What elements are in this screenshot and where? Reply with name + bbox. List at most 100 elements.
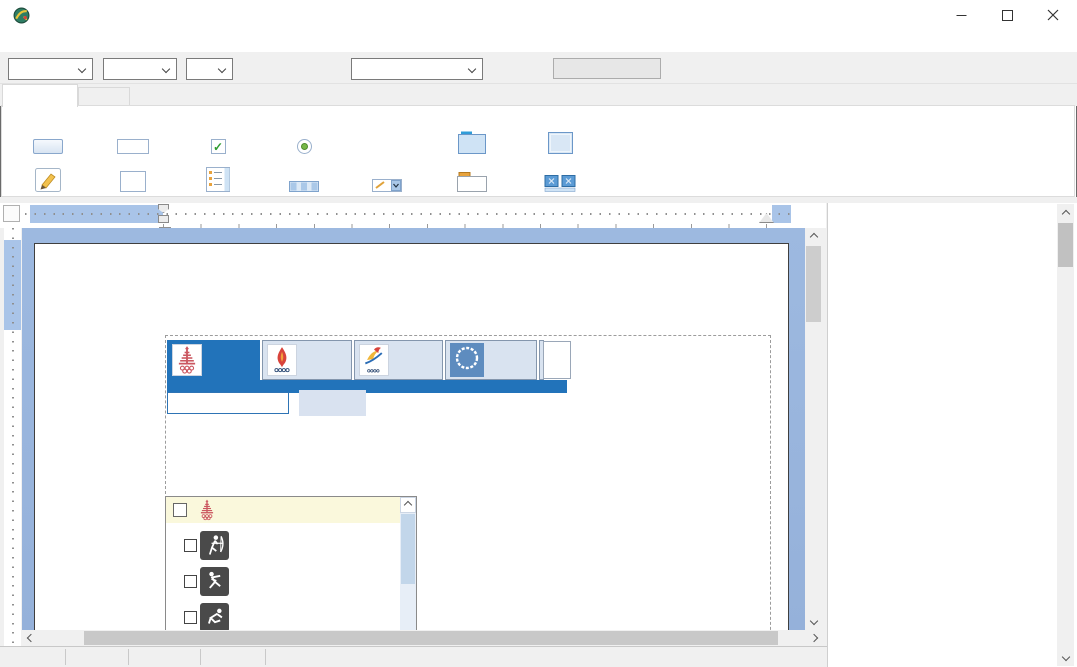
sydney-2000-logo-icon xyxy=(359,344,389,376)
checkbox-icon[interactable] xyxy=(173,503,187,517)
horizontal-scrollbar-thumb[interactable] xyxy=(84,631,778,645)
scroll-down-icon[interactable] xyxy=(1057,649,1074,664)
horizontal-ruler xyxy=(25,205,791,223)
ruler-right-margin xyxy=(772,205,791,223)
edit-icon xyxy=(117,139,149,154)
menu-bar xyxy=(0,30,1077,52)
maximize-icon xyxy=(1002,10,1013,21)
chevron-down-icon xyxy=(78,65,86,73)
vertical-ruler xyxy=(4,228,21,646)
listbox-scrollbar-thumb[interactable] xyxy=(401,514,415,584)
maximize-button[interactable] xyxy=(984,1,1030,29)
doc-tab-sydney[interactable] xyxy=(354,340,443,380)
listbox-item-cycling[interactable] xyxy=(166,599,400,630)
palette-item-srvcombobox[interactable] xyxy=(348,157,426,195)
button-icon xyxy=(33,139,63,154)
chevron-down-icon xyxy=(468,65,476,73)
palette-item-srvlistbox[interactable] xyxy=(176,157,260,195)
left-indent-marker[interactable] xyxy=(158,215,169,223)
theme-combo[interactable] xyxy=(351,58,483,80)
tab-standard[interactable] xyxy=(78,87,130,106)
doc-tab-atlanta[interactable] xyxy=(262,340,352,380)
palette-item-srvradiobutton[interactable] xyxy=(260,112,348,157)
paintbox-icon xyxy=(35,168,61,192)
document-canvas[interactable] xyxy=(22,228,805,630)
tab-srv-controls[interactable] xyxy=(2,84,78,107)
doc-button[interactable] xyxy=(299,390,366,416)
paper-size-combo[interactable] xyxy=(103,58,177,80)
title-bar xyxy=(0,0,1077,30)
status-divider xyxy=(265,649,266,665)
app-icon xyxy=(13,7,30,24)
status-divider xyxy=(65,649,66,665)
minimize-button[interactable] xyxy=(938,1,984,29)
chevron-down-icon xyxy=(162,65,170,73)
doc-tab-athens[interactable] xyxy=(445,340,537,380)
palette-item-srvtabset[interactable] xyxy=(426,157,518,195)
doc-edit-input[interactable] xyxy=(167,392,289,414)
combobox-icon xyxy=(372,179,402,192)
palette-item-srvmemo[interactable] xyxy=(90,157,176,195)
checkbox-icon[interactable] xyxy=(184,575,197,588)
close-icon xyxy=(1047,9,1059,21)
toolbar xyxy=(0,52,1077,84)
memo-icon xyxy=(120,171,146,192)
imagescroll-icon xyxy=(544,175,576,192)
scroll-down-icon[interactable] xyxy=(805,612,822,629)
status-bar xyxy=(0,646,827,667)
scroll-up-icon[interactable] xyxy=(400,497,416,513)
scroll-right-icon[interactable] xyxy=(805,630,822,646)
listbox-scrollbar[interactable] xyxy=(400,497,416,630)
cycling-pictogram-icon xyxy=(200,603,229,631)
palette-item-srvpanel[interactable] xyxy=(518,112,602,157)
scroll-up-icon[interactable] xyxy=(805,228,822,245)
scroll-left-icon[interactable] xyxy=(22,630,39,646)
radiobutton-icon xyxy=(297,139,312,154)
property-grid-scrollbar[interactable] xyxy=(1057,204,1074,666)
tabset-icon xyxy=(457,172,487,192)
document-vertical-scrollbar[interactable] xyxy=(805,228,822,630)
units-combo[interactable] xyxy=(186,58,233,80)
palette-item-srvbutton[interactable] xyxy=(6,112,90,157)
property-scrollbar-thumb[interactable] xyxy=(1058,223,1073,267)
archery-pictogram-icon xyxy=(200,531,229,560)
atlanta-1996-logo-icon xyxy=(267,344,297,376)
scrollbar-icon xyxy=(289,181,319,192)
listbox-item-archery[interactable] xyxy=(166,527,400,563)
menu-file[interactable] xyxy=(9,32,17,34)
palette-item-srvcheckbox[interactable] xyxy=(176,112,260,157)
athens-2004-logo-icon xyxy=(450,343,484,377)
palette-item-srvpaintbox[interactable] xyxy=(6,157,90,195)
status-divider xyxy=(128,649,129,665)
listbox-item-boxing[interactable] xyxy=(166,563,400,599)
page-tabstrip xyxy=(0,84,1077,106)
property-grid xyxy=(827,203,1077,667)
palette-item-srvimagescroll[interactable] xyxy=(518,157,602,195)
moscow-1980-logo-icon xyxy=(172,344,202,376)
listbox-icon xyxy=(206,167,230,192)
checkbox-icon[interactable] xyxy=(184,611,197,624)
checkbox-icon xyxy=(211,139,226,154)
close-button[interactable] xyxy=(1030,1,1076,29)
palette-item-srvgroupbox[interactable] xyxy=(426,112,518,157)
minimize-icon xyxy=(956,10,967,21)
doc-listbox[interactable] xyxy=(165,496,417,630)
tabset-nav xyxy=(543,341,571,379)
app-window xyxy=(0,0,1077,667)
chevron-down-icon xyxy=(218,65,226,73)
doc-tab-moscow[interactable] xyxy=(167,340,260,380)
control-palette xyxy=(1,105,1075,197)
document-horizontal-scrollbar[interactable] xyxy=(22,630,822,646)
tab-stop-selector[interactable] xyxy=(3,205,20,222)
palette-item-srvedit[interactable] xyxy=(90,112,176,157)
palette-item-srvscrollbar[interactable] xyxy=(260,157,348,195)
moscow-1980-logo-icon xyxy=(198,497,216,523)
checkbox-icon[interactable] xyxy=(184,539,197,552)
zoom-combo[interactable] xyxy=(8,58,93,80)
panel-icon xyxy=(548,132,573,154)
scroll-up-icon[interactable] xyxy=(1057,206,1074,221)
insert-test-table-button[interactable] xyxy=(553,58,661,79)
vertical-scrollbar-thumb[interactable] xyxy=(806,246,821,322)
listbox-header[interactable] xyxy=(166,497,400,523)
palette-item-srvlabel[interactable] xyxy=(348,112,426,157)
